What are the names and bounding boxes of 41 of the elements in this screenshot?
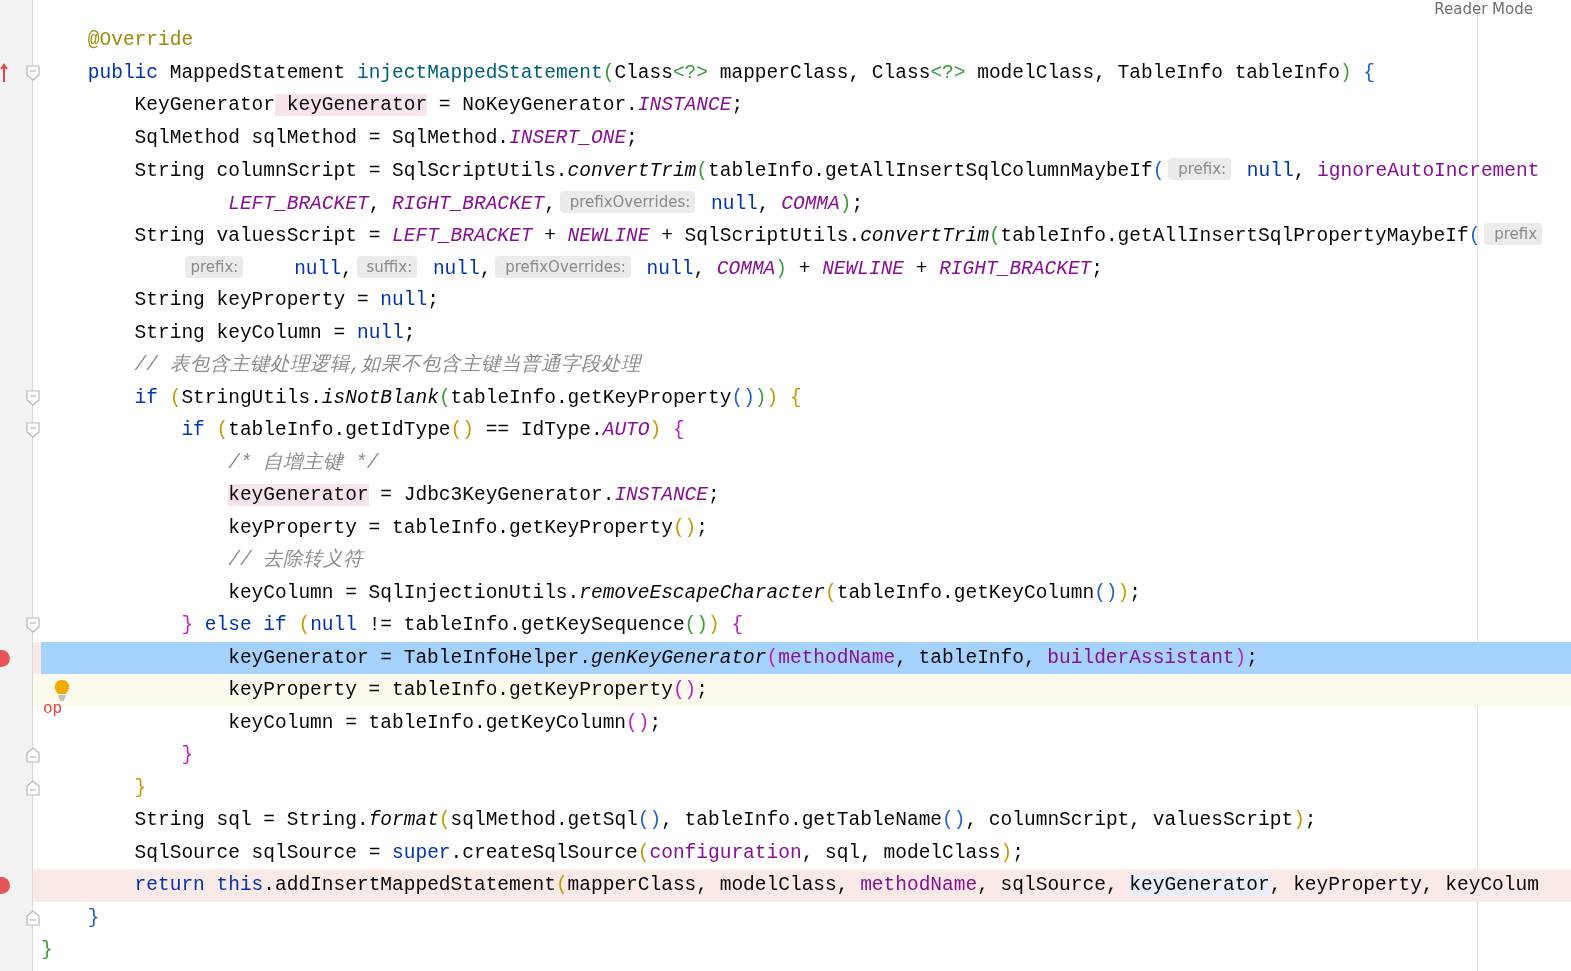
fold-marker-icon[interactable]	[26, 909, 40, 926]
fold-marker-icon[interactable]	[26, 747, 40, 763]
code-line: keyColumn = tableInfo.getKeyColumn();	[228, 711, 662, 734]
up-arrow-icon[interactable]	[0, 62, 8, 83]
breakpoint-icon[interactable]	[0, 649, 10, 667]
fold-marker-icon[interactable]	[26, 64, 40, 81]
code-line: }	[134, 776, 147, 799]
code-line: keyColumn = SqlInjectionUtils.removeEscapeCharacter(tableInfo.getKeyColumn());	[228, 581, 1141, 604]
code-line: }	[41, 939, 53, 961]
fold-marker-icon[interactable]	[26, 389, 40, 406]
code-line: String keyProperty = null;	[134, 289, 439, 311]
code-line: String valuesScript = LEFT_BRACKET + NEWLINE + SqlScriptUtils.convertTrim(tableInfo.getAllInsertSqlPropertyMaybeIf( $^{prefix}$	[134, 225, 1547, 247]
code-line: public MappedStatement injectMappedStatement(Class<?> mapperClass, Class<?> modelClass, TableInfo tableInfo) {	[87, 61, 1376, 84]
code-line: String sql = String.format(sqlMethod.getSql(), tableInfo.getTableName(), columnScript, valuesScript);	[134, 809, 1317, 831]
code-line: if (tableInfo.getIdType() == IdType.AUTO) {	[181, 419, 685, 441]
reader-mode-label[interactable]: Reader Mode	[1426, 0, 1541, 18]
code-line: LEFT_BRACKET, RIGHT_BRACKET, $^{prefixOverrides:}$ null, COMMA);	[227, 192, 864, 215]
code-line: String columnScript = SqlScriptUtils.convertTrim(tableInfo.getAllInsertSqlColumnMaybeIf( $^{prefix:}$ null, ignoreAutoIncrement	[134, 160, 1540, 182]
code-line: SqlMethod sqlMethod = SqlMethod.INSERT_ONE;	[134, 126, 638, 149]
code-line: SqlSource sqlSource = super.createSqlSource(configuration, sql, modelClass);	[134, 841, 1024, 864]
lightbulb-icon[interactable]	[54, 679, 70, 701]
code-line: keyGenerator = Jdbc3KeyGenerator.INSTANCE;	[228, 484, 720, 506]
code-line: // 表包含主键处理逻辑,如果不包含主键当普通字段处理	[134, 354, 642, 376]
fold-marker-icon[interactable]	[26, 779, 40, 796]
code-line: keyProperty = tableInfo.getKeyProperty();	[228, 516, 708, 539]
fold-marker-icon[interactable]	[26, 617, 40, 633]
code-line: keyProperty = tableInfo.getKeyProperty();	[228, 679, 708, 701]
code-line: if (StringUtils.isNotBlank(tableInfo.getKeyProperty())) {	[134, 386, 802, 409]
code-line: }	[87, 906, 100, 929]
code-line: KeyGenerator keyGenerator = NoKeyGenerator.INSTANCE;	[134, 94, 744, 116]
code-line: } else if (null != tableInfo.getKeySequence()) {	[181, 614, 744, 636]
code-line: // 去除转义符	[228, 549, 364, 571]
code-line: /* 自增主键 */	[228, 451, 379, 474]
breakpoint-icon[interactable]	[0, 877, 10, 894]
code-line: @Override	[87, 29, 194, 51]
code-line: return this.addInsertMappedStatement(mapperClass, modelClass, methodName, sqlSource, keyGenerator, keyProperty, keyColum	[134, 874, 1539, 896]
gutter-note: op	[43, 701, 63, 717]
code-line: keyGenerator = TableInfoHelper.genKeyGenerator(methodName, tableInfo, builderAssistant);	[228, 646, 1258, 669]
code-line: String keyColumn = null;	[134, 321, 416, 344]
code-line: }	[181, 744, 194, 766]
fold-marker-icon[interactable]	[26, 422, 40, 438]
